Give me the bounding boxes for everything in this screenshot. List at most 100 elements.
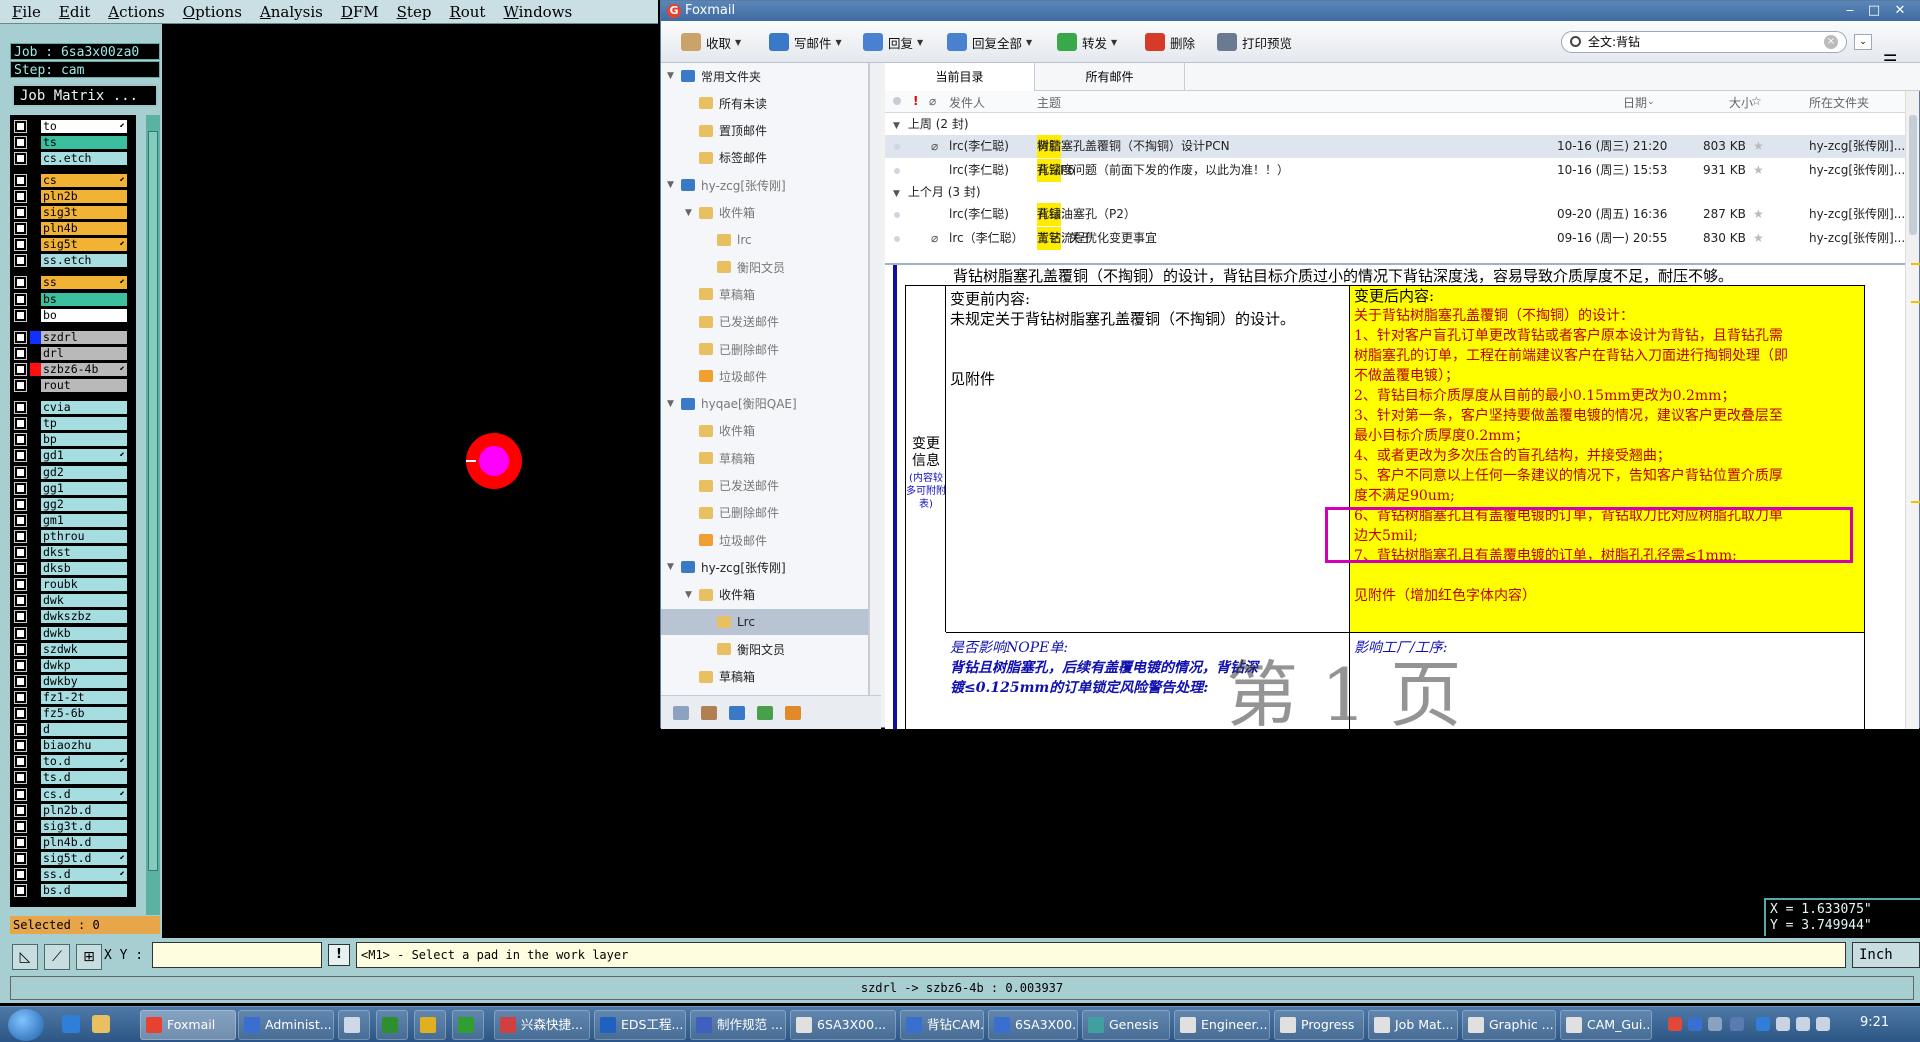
- col-from[interactable]: 发件人: [949, 94, 985, 111]
- layer-name[interactable]: cs ⬋: [41, 173, 127, 187]
- layer-checkbox[interactable]: [14, 868, 27, 881]
- minimize-icon[interactable]: ‒: [1839, 1, 1861, 21]
- layer-name[interactable]: dwk: [41, 594, 127, 608]
- layer-checkbox[interactable]: [14, 222, 27, 236]
- layer-name[interactable]: ss.etch: [41, 254, 127, 268]
- taskbar-item[interactable]: Job Mat...: [1368, 1010, 1458, 1040]
- grid-icon[interactable]: ⊞: [76, 944, 102, 970]
- read-status-icon[interactable]: [893, 97, 901, 105]
- layer-color-swatch[interactable]: [30, 482, 41, 495]
- layer-color-swatch[interactable]: [30, 868, 41, 881]
- layer-checkbox[interactable]: [14, 238, 27, 252]
- layer-color-swatch[interactable]: [30, 852, 41, 865]
- layer-checkbox[interactable]: [14, 433, 27, 447]
- layer-color-swatch[interactable]: [30, 578, 41, 591]
- help-icon[interactable]: [1688, 1017, 1702, 1031]
- layer-row[interactable]: sig3t: [10, 206, 136, 220]
- flag-icon[interactable]: [1776, 1017, 1790, 1031]
- volume-icon[interactable]: [1816, 1017, 1830, 1031]
- layer-row[interactable]: gg1: [10, 481, 136, 495]
- show-hidden-icon[interactable]: [1730, 1017, 1744, 1031]
- layer-row[interactable]: tp: [10, 417, 136, 431]
- folder-tree-scrollbar[interactable]: [869, 63, 881, 695]
- layer-checkbox[interactable]: [14, 851, 27, 865]
- menu-file[interactable]: File: [12, 3, 41, 21]
- mail-row[interactable]: ⌀ lrc（李仁聪） 转发: 关于 背钻 工艺流程优化变更事宜 09-16 (周一) 20…: [885, 227, 1905, 250]
- layer-checkbox[interactable]: [14, 189, 27, 203]
- layer-color-swatch[interactable]: [30, 206, 41, 219]
- layer-name[interactable]: gg2: [41, 497, 127, 511]
- layer-row[interactable]: to.d ⬋: [10, 755, 136, 769]
- layer-color-swatch[interactable]: [30, 276, 41, 289]
- layer-name[interactable]: gd1 ⬋: [41, 449, 127, 463]
- layer-color-swatch[interactable]: [30, 723, 41, 736]
- layer-color-swatch[interactable]: [30, 417, 41, 430]
- layer-checkbox[interactable]: [14, 642, 27, 656]
- layer-row[interactable]: dwkp: [10, 658, 136, 672]
- layer-row[interactable]: szdrl: [10, 330, 136, 344]
- layer-checkbox[interactable]: [14, 254, 27, 268]
- rss-icon[interactable]: [785, 706, 801, 720]
- read-status-icon[interactable]: [894, 168, 900, 174]
- folder-item[interactable]: Lrc: [661, 609, 868, 635]
- layer-name[interactable]: to.d ⬋: [41, 755, 127, 769]
- expand-icon[interactable]: ▼: [667, 71, 677, 81]
- layer-color-swatch[interactable]: [30, 254, 41, 267]
- layer-row[interactable]: fz1-2t: [10, 690, 136, 704]
- layer-checkbox[interactable]: [14, 755, 27, 769]
- layer-checkbox[interactable]: [14, 578, 27, 592]
- layer-name[interactable]: dwkp: [41, 658, 127, 672]
- layer-name[interactable]: szdrl: [41, 330, 127, 344]
- layer-color-swatch[interactable]: [30, 562, 41, 575]
- layer-name[interactable]: cs.etch: [41, 151, 127, 165]
- menu-edit[interactable]: Edit: [59, 3, 90, 21]
- folder-item[interactable]: ▼ hyqae[衡阳QAE]: [661, 391, 868, 417]
- menu-options[interactable]: Options: [183, 3, 242, 21]
- mail-row[interactable]: lrc(李仁聪)转发: 背钻孔绿油塞孔（P2）09-20 (周五) 16:362…: [885, 203, 1905, 226]
- folder-item[interactable]: 衡阳文员: [661, 636, 868, 662]
- layer-color-swatch[interactable]: [30, 174, 41, 187]
- layer-row[interactable]: ts.d: [10, 771, 136, 785]
- layer-checkbox[interactable]: [14, 513, 27, 527]
- folder-item[interactable]: 垃圾邮件: [661, 363, 868, 389]
- layer-name[interactable]: ts: [41, 135, 127, 149]
- layer-name[interactable]: sig5t.d ⬋: [41, 851, 127, 865]
- layer-row[interactable]: drl: [10, 346, 136, 360]
- layer-name[interactable]: rout: [41, 379, 127, 392]
- layer-color-swatch[interactable]: [30, 739, 41, 752]
- star-icon[interactable]: ☆: [1751, 94, 1762, 108]
- layer-name[interactable]: ss.d ⬋: [41, 868, 127, 881]
- taskbar-item[interactable]: 6SA3X00...: [988, 1010, 1078, 1040]
- mail-row[interactable]: lrc(李仁聪)Re: P6背钻孔深度问题（前面下发的作废，以此为准！！）10-…: [885, 159, 1905, 182]
- layer-color-swatch[interactable]: [30, 449, 41, 462]
- layer-row[interactable]: gd1 ⬋: [10, 449, 136, 463]
- layer-checkbox[interactable]: [14, 481, 27, 495]
- layer-name[interactable]: tp: [41, 417, 127, 431]
- pad-inner-hole[interactable]: [479, 446, 509, 476]
- measure-icon[interactable]: ⟋: [44, 944, 70, 970]
- layer-checkbox[interactable]: [14, 594, 27, 608]
- scroll-thumb[interactable]: [1909, 115, 1917, 235]
- graphic-canvas[interactable]: [162, 24, 658, 940]
- folder-item[interactable]: 垃圾邮件: [661, 527, 868, 553]
- layer-checkbox[interactable]: [14, 658, 27, 672]
- layer-name[interactable]: pln2b.d: [41, 803, 127, 817]
- taskbar-item[interactable]: [376, 1010, 408, 1040]
- search-input[interactable]: 全文:背钻 × ⌄: [1561, 31, 1872, 53]
- layer-color-swatch[interactable]: [30, 152, 41, 165]
- layer-name[interactable]: biaozhu: [41, 739, 127, 753]
- layer-name[interactable]: bp: [41, 433, 127, 447]
- folder-item[interactable]: lrc: [661, 227, 868, 253]
- layer-name[interactable]: dwkby: [41, 674, 127, 688]
- unit-selector[interactable]: Inch: [1852, 942, 1920, 968]
- layer-checkbox[interactable]: [14, 119, 27, 133]
- layer-name[interactable]: dkst: [41, 546, 127, 559]
- layer-checkbox[interactable]: [14, 626, 27, 640]
- layer-name[interactable]: gg1: [41, 481, 127, 495]
- layer-checkbox[interactable]: [14, 690, 27, 704]
- attachment-icon[interactable]: ⌀: [929, 94, 936, 108]
- taskbar-item[interactable]: Genesis: [1082, 1010, 1170, 1040]
- folder-item[interactable]: ▼ hy-zcg[张传刚]: [661, 554, 868, 580]
- folder-item[interactable]: 衡阳文员: [661, 254, 868, 280]
- ime-icon[interactable]: [1668, 1017, 1682, 1031]
